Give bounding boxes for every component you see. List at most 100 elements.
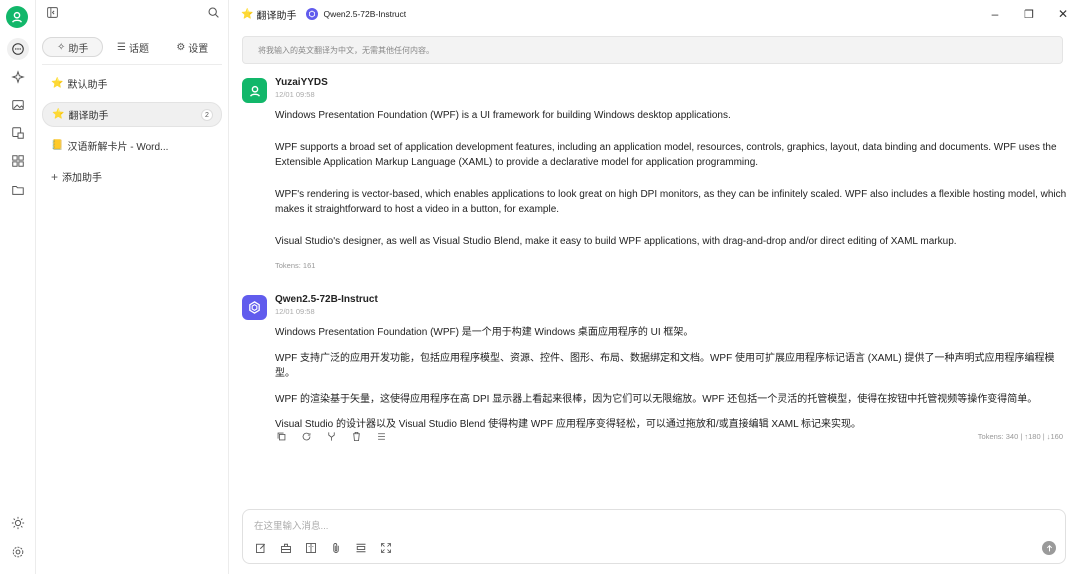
message-author: YuzaiYYDS <box>275 77 328 88</box>
new-topic-button[interactable] <box>254 541 267 554</box>
message-actions <box>275 430 387 442</box>
current-assistant[interactable]: ⭐ 翻译助手 <box>241 7 296 22</box>
user-icon <box>11 11 23 23</box>
files-nav-button[interactable] <box>8 180 28 200</box>
expand-icon <box>380 542 391 553</box>
add-assistant-button[interactable]: + 添加助手 <box>42 164 222 189</box>
grid-icon <box>12 155 24 167</box>
model-selector[interactable]: Qwen2.5-72B-Instruct <box>306 8 406 20</box>
topic-count-badge: 2 <box>201 109 213 121</box>
image-icon <box>12 100 24 110</box>
copy-icon <box>277 432 285 440</box>
star-icon: ⭐ <box>52 109 65 120</box>
message-paragraph: Windows Presentation Foundation (WPF) 是一… <box>275 327 694 338</box>
settings-nav-button[interactable] <box>8 542 28 562</box>
knowledge-button[interactable] <box>304 541 317 554</box>
context-button[interactable] <box>354 541 367 554</box>
message-paragraph: WPF supports a broad set of application … <box>275 141 1057 169</box>
tab-settings-label: 设置 <box>188 43 209 55</box>
divider <box>42 64 222 65</box>
translate-icon <box>12 127 24 139</box>
list-item-label: 翻译助手 <box>68 111 109 122</box>
message-input[interactable]: 在这里输入消息... <box>254 518 328 532</box>
theme-toggle-button[interactable] <box>8 513 28 533</box>
assistants-panel: ✧ 助手 ☰ 话题 ⚙ 设置 ⭐ 默认助手 ⭐ 翻译助手 2 📒 汉语新解卡片 … <box>36 0 229 574</box>
tab-assistants[interactable]: ✧ 助手 <box>42 37 104 57</box>
search-button[interactable] <box>207 6 220 22</box>
input-toolbar <box>254 541 392 554</box>
message-timestamp: 12/01 09:58 <box>275 307 315 316</box>
nav-rail <box>0 0 36 574</box>
message-paragraph: Visual Studio's designer, as well as Vis… <box>275 235 957 247</box>
panel-tabs: ✧ 助手 ☰ 话题 ⚙ 设置 <box>42 36 222 58</box>
tab-settings[interactable]: ⚙ 设置 <box>163 37 222 57</box>
message-paragraph: WPF 支持广泛的应用开发功能，包括应用程序模型、资源、控件、图形、布局、数据绑… <box>275 352 1055 380</box>
list-icon: ☰ <box>117 41 126 53</box>
menu-icon <box>377 432 385 440</box>
list-item[interactable]: ⭐ 翻译助手 2 <box>42 102 222 127</box>
avatar[interactable] <box>242 78 267 103</box>
assistant-button[interactable] <box>279 541 292 554</box>
message-body: Windows Presentation Foundation (WPF) is… <box>275 108 1067 274</box>
fullscreen-button[interactable] <box>379 541 392 554</box>
branch-button[interactable] <box>325 430 337 442</box>
sparkle-icon: ✧ <box>56 41 66 53</box>
token-count: Tokens: 161 <box>275 261 316 270</box>
close-button[interactable]: ✕ <box>1046 0 1080 28</box>
delete-button[interactable] <box>350 430 362 442</box>
trash-icon <box>352 431 360 441</box>
tab-topics-label: 话题 <box>128 43 149 55</box>
minimize-button[interactable]: – <box>978 0 1012 28</box>
maximize-button[interactable]: ❐ <box>1012 0 1046 28</box>
sidebar-toggle-button[interactable] <box>46 6 59 22</box>
translate-nav-button[interactable] <box>8 123 28 143</box>
gear-icon <box>12 546 24 558</box>
paintings-nav-button[interactable] <box>8 95 28 115</box>
send-button[interactable] <box>1042 541 1056 555</box>
notebook-icon: 📒 <box>51 140 64 151</box>
qwen-logo-icon <box>249 301 260 314</box>
toolbox-icon <box>280 543 291 553</box>
message-paragraph: WPF's rendering is vector-based, which e… <box>275 188 1067 216</box>
message-paragraph: WPF 的渲染基于矢量，这使得应用程序在高 DPI 显示器上看起来很棒，因为它们… <box>275 393 1038 405</box>
paperclip-icon <box>332 542 339 553</box>
list-item[interactable]: 📒 汉语新解卡片 - Word... <box>42 133 222 158</box>
edit-icon <box>255 543 265 553</box>
model-selector-label: Qwen2.5-72B-Instruct <box>323 9 407 19</box>
system-prompt-text: 将我输入的英文翻译为中文，无需其他任何内容。 <box>258 45 434 55</box>
system-prompt-bar[interactable]: 将我输入的英文翻译为中文，无需其他任何内容。 <box>242 36 1063 64</box>
gear-icon: ⚙ <box>176 41 186 53</box>
context-icon <box>356 543 365 552</box>
list-item-label: 汉语新解卡片 - Word... <box>67 142 169 153</box>
star-icon: ⭐ <box>51 78 64 89</box>
chat-bubble-icon <box>12 43 24 55</box>
message-paragraph: Visual Studio 的设计器以及 Visual Studio Blend… <box>275 419 862 430</box>
book-icon <box>305 542 316 553</box>
user-avatar[interactable] <box>6 6 28 28</box>
more-button[interactable] <box>375 430 387 442</box>
title-bar: ⭐ 翻译助手 Qwen2.5-72B-Instruct – ❐ ✕ <box>229 0 1080 28</box>
tab-topics[interactable]: ☰ 话题 <box>103 37 162 57</box>
refresh-icon <box>302 432 310 440</box>
tab-assistants-label: 助手 <box>68 43 89 55</box>
agents-nav-button[interactable] <box>8 67 28 87</box>
token-count: Tokens: 340 | ↑180 | ↓160 <box>977 432 1063 441</box>
window-controls: – ❐ ✕ <box>978 0 1080 28</box>
sparkle-icon <box>11 70 25 84</box>
avatar[interactable] <box>242 295 267 320</box>
folder-icon <box>12 186 24 195</box>
regenerate-button[interactable] <box>300 430 312 442</box>
current-assistant-label: 翻译助手 <box>256 10 297 22</box>
plus-icon: + <box>51 169 59 184</box>
message-input-box[interactable]: 在这里输入消息... <box>242 509 1066 564</box>
add-assistant-label: 添加助手 <box>62 173 103 184</box>
copy-button[interactable] <box>275 430 287 442</box>
search-icon <box>208 7 219 18</box>
user-icon <box>249 85 260 97</box>
attach-button[interactable] <box>329 541 342 554</box>
chat-nav-button[interactable] <box>7 38 29 60</box>
message-author: Qwen2.5-72B-Instruct <box>275 294 378 305</box>
assistant-list: ⭐ 默认助手 ⭐ 翻译助手 2 📒 汉语新解卡片 - Word... + 添加助… <box>36 71 228 189</box>
apps-nav-button[interactable] <box>8 151 28 171</box>
list-item[interactable]: ⭐ 默认助手 <box>42 71 222 96</box>
